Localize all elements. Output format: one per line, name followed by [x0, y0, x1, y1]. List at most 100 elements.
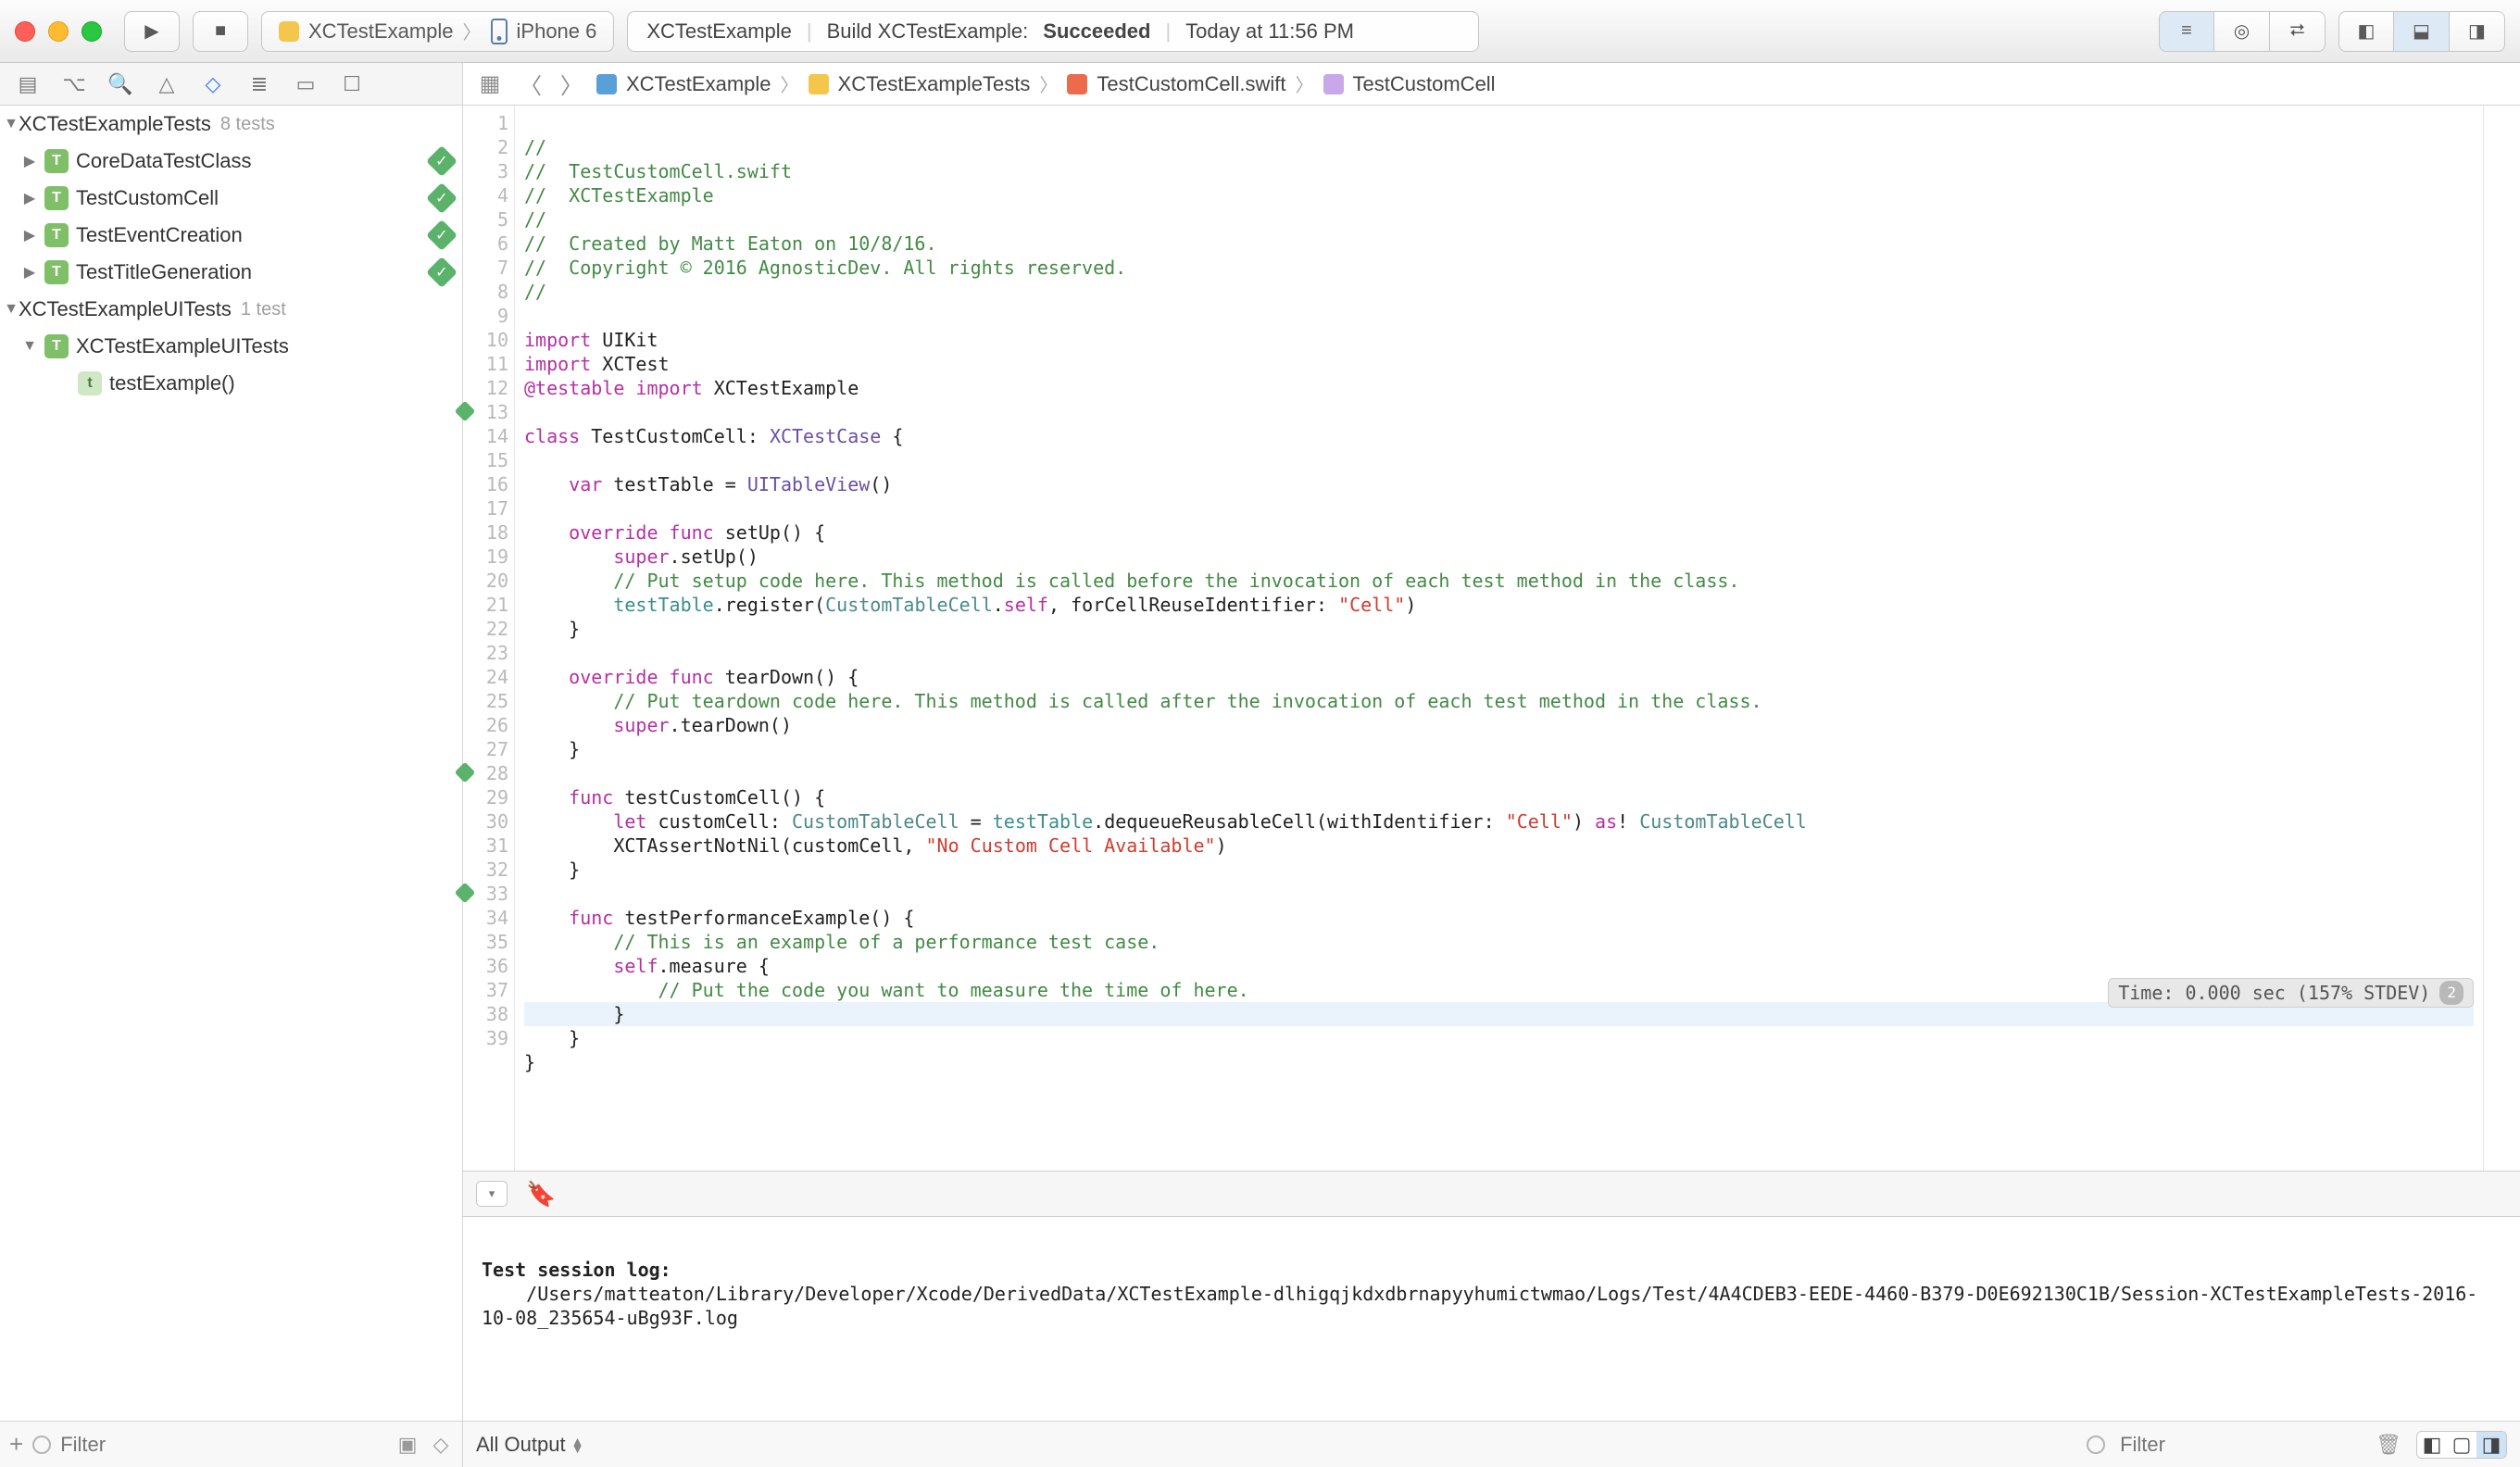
- test-bundle-row[interactable]: ▼ XCTestExampleUITests 1 test: [0, 291, 462, 328]
- tok: super: [613, 714, 669, 736]
- test-class-row[interactable]: ▶ T TestCustomCell ✓: [0, 180, 462, 217]
- toggle-variables-view-button[interactable]: ▾: [476, 1181, 508, 1207]
- zoom-window-button[interactable]: [81, 21, 102, 42]
- code-line: // Put setup code here. This method is c…: [524, 570, 1739, 592]
- variables-only-button[interactable]: ◧: [2417, 1432, 2447, 1458]
- stop-button[interactable]: ■: [193, 11, 248, 52]
- scope-icon[interactable]: [2087, 1436, 2105, 1454]
- play-icon: ▶: [144, 19, 158, 43]
- tok: TestCustomCell: [591, 425, 747, 447]
- test-method-row[interactable]: t testExample(): [0, 365, 462, 402]
- tok: func: [670, 521, 714, 544]
- test-class-row[interactable]: ▶ T CoreDataTestClass ✓: [0, 143, 462, 180]
- scope-icon[interactable]: [32, 1436, 51, 1454]
- test-pass-icon: ✓: [426, 257, 458, 288]
- assistant-editor-button[interactable]: ◎: [2214, 11, 2270, 52]
- related-items-button[interactable]: ▦: [474, 69, 506, 100]
- disclosure-triangle-icon[interactable]: ▼: [4, 116, 19, 132]
- test-class-row[interactable]: ▶ T TestEventCreation ✓: [0, 217, 462, 254]
- code-line: // Copyright © 2016 AgnosticDev. All rig…: [524, 257, 1126, 279]
- scheme-device-label: iPhone 6: [517, 19, 597, 44]
- test-class-row[interactable]: ▼ T XCTestExampleUITests: [0, 328, 462, 365]
- arrows-icon: ⮂: [2290, 20, 2305, 42]
- pinned-icon[interactable]: ◇: [429, 1433, 453, 1457]
- disclosure-triangle-icon[interactable]: ▶: [22, 189, 37, 207]
- test-navigator: ▼ XCTestExampleTests 8 tests ▶ T CoreDat…: [0, 106, 463, 1421]
- disclosure-triangle-icon[interactable]: ▼: [22, 338, 37, 355]
- breadcrumb-symbol[interactable]: TestCustomCell: [1353, 72, 1496, 96]
- chevron-right-icon: 〉: [463, 18, 482, 44]
- tok: CustomTableCell: [1639, 810, 1807, 833]
- stop-icon: ■: [215, 20, 226, 42]
- navigator-selector-bar: ▤ ⌥ 🔍 △ ◇ ≣ ▭ ☐: [0, 63, 463, 106]
- tok: withIdentifier:: [1327, 810, 1495, 833]
- breakpoint-tag-icon[interactable]: 🔖: [526, 1180, 556, 1209]
- breadcrumb-project[interactable]: XCTestExample: [626, 72, 771, 96]
- console-only-button[interactable]: ◨: [2476, 1432, 2506, 1458]
- run-button[interactable]: ▶: [124, 11, 180, 52]
- test-count-label: 1 test: [241, 299, 286, 320]
- tok: customCell: [658, 810, 770, 833]
- test-count-label: 8 tests: [220, 114, 275, 135]
- tok: import: [524, 329, 591, 351]
- code-area[interactable]: // // TestCustomCell.swift // XCTestExam…: [515, 106, 2483, 1171]
- test-class-row[interactable]: ▶ T TestTitleGeneration ✓: [0, 254, 462, 291]
- test-navigator-icon[interactable]: ◇: [200, 71, 226, 97]
- chevron-right-icon: 〉: [1039, 70, 1058, 97]
- toggle-navigator-button[interactable]: ◧: [2338, 11, 2394, 52]
- disclosure-triangle-icon[interactable]: ▶: [22, 263, 37, 282]
- find-navigator-icon[interactable]: 🔍: [107, 71, 133, 97]
- code-line: // This is an example of a performance t…: [524, 931, 1160, 953]
- issue-navigator-icon[interactable]: △: [154, 71, 180, 97]
- performance-annotation[interactable]: Time: 0.000 sec (157% STDEV)2: [2108, 978, 2474, 1008]
- disclosure-triangle-icon[interactable]: ▶: [22, 152, 37, 170]
- test-class-icon: T: [44, 260, 69, 284]
- standard-editor-button[interactable]: ≡: [2159, 11, 2214, 52]
- activity-status-bar[interactable]: XCTestExample | Build XCTestExample: Suc…: [627, 11, 1479, 52]
- separator: |: [807, 19, 812, 44]
- output-selector[interactable]: All Output ▲▼: [476, 1433, 583, 1457]
- console-filter-bar: All Output ▲▼ 🗑 ◧ ▢ ◨: [463, 1421, 2520, 1467]
- source-editor[interactable]: 1 2 3 4 5 6 7 8 9 10 11 12 13 14 15 16 1…: [463, 106, 2483, 1171]
- add-button[interactable]: +: [9, 1430, 23, 1459]
- tok: XCTestExample: [714, 377, 859, 399]
- disclosure-triangle-icon[interactable]: ▼: [4, 301, 19, 318]
- breakpoint-navigator-icon[interactable]: ▭: [293, 71, 319, 97]
- tok: customCell: [792, 834, 903, 857]
- tok: testCustomCell: [624, 786, 781, 809]
- close-window-button[interactable]: [15, 21, 35, 42]
- forward-button[interactable]: 〉: [556, 69, 587, 100]
- minimize-window-button[interactable]: [48, 21, 69, 42]
- tok: self: [1004, 594, 1048, 616]
- debug-navigator-icon[interactable]: ≣: [246, 71, 272, 97]
- breadcrumb-group[interactable]: XCTestExampleTests: [838, 72, 1031, 96]
- back-button[interactable]: 〈: [515, 69, 546, 100]
- clock-icon[interactable]: ▣: [395, 1433, 420, 1457]
- breadcrumb-file[interactable]: TestCustomCell.swift: [1097, 72, 1285, 96]
- tok: testPerformanceExample: [624, 907, 870, 929]
- navigator-filter-input[interactable]: [60, 1433, 386, 1457]
- swift-file-icon: [1067, 74, 1087, 94]
- toggle-debug-area-button[interactable]: ⬓: [2394, 11, 2450, 52]
- tok: UIKit: [602, 329, 658, 351]
- chevron-right-icon: 〉: [781, 70, 799, 97]
- source-control-navigator-icon[interactable]: ⌥: [61, 71, 87, 97]
- scheme-selector[interactable]: XCTestExample 〉 iPhone 6: [261, 11, 614, 52]
- code-line: // Put the code you want to measure the …: [524, 979, 1249, 1001]
- editor-scrollbar[interactable]: [2483, 106, 2520, 1171]
- version-editor-button[interactable]: ⮂: [2270, 11, 2326, 52]
- both-button[interactable]: ▢: [2447, 1432, 2476, 1458]
- perf-text: Time: 0.000 sec (157% STDEV): [2118, 981, 2430, 1005]
- tok: XCTest: [602, 353, 669, 375]
- tok: import: [635, 377, 702, 399]
- console-filter-input[interactable]: [2120, 1433, 2361, 1457]
- toggle-utilities-button[interactable]: ◨: [2450, 11, 2505, 52]
- project-navigator-icon[interactable]: ▤: [15, 71, 41, 97]
- report-navigator-icon[interactable]: ☐: [339, 71, 365, 97]
- code-line: //: [524, 208, 546, 231]
- disclosure-triangle-icon[interactable]: ▶: [22, 226, 37, 244]
- trash-icon[interactable]: 🗑: [2376, 1433, 2401, 1457]
- test-bundle-row[interactable]: ▼ XCTestExampleTests 8 tests: [0, 106, 462, 143]
- status-time: Today at 11:56 PM: [1185, 19, 1354, 44]
- console-output[interactable]: Test session log: /Users/matteaton/Libra…: [463, 1217, 2520, 1421]
